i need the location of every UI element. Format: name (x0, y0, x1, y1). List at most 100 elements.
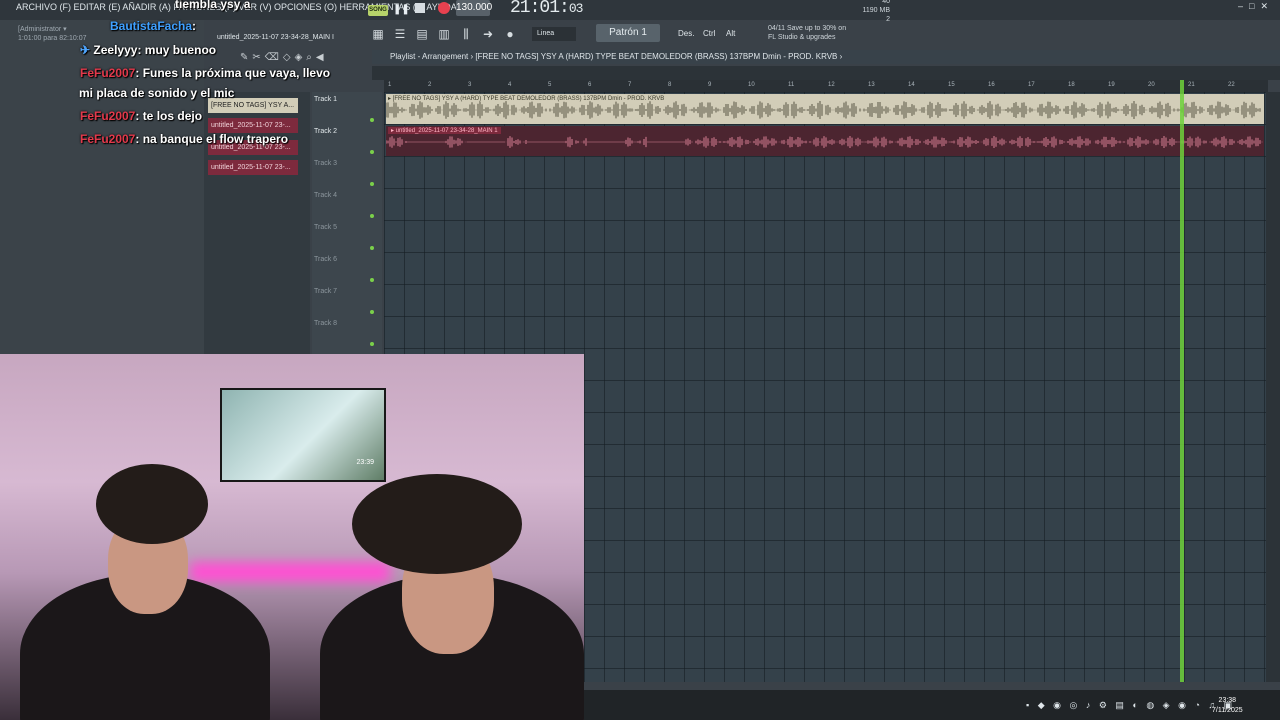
track-mute-led[interactable] (370, 246, 374, 250)
chat-message: BautistaFacha: (110, 19, 197, 33)
mixer-icon[interactable]: ⫼ (458, 26, 474, 42)
taskbar-time: 23:38 (1218, 697, 1237, 704)
taskbar-clock[interactable]: 23:38 7/11/2025 (1212, 696, 1243, 716)
bar-number: 16 (988, 82, 995, 88)
time-sub: 03 (568, 1, 584, 16)
track-header-column: Track 1 Track 2 Track 3 Track 4 Track 5 Track… (312, 92, 382, 354)
track-mute-led[interactable] (370, 214, 374, 218)
chat-message: FeFu2007: te los dejo (80, 109, 203, 123)
admin-line-1: [Administrator ▾ (18, 26, 67, 33)
bar-number: 21 (1188, 82, 1195, 88)
promo-line-2: FL Studio & upgrades (768, 34, 836, 41)
bar-number: 18 (1068, 82, 1075, 88)
pattern-select[interactable]: Patrón 1 (596, 24, 660, 42)
bar-ruler[interactable]: 1 2 3 4 5 6 7 8 9 10 11 12 13 14 15 16 17 18 19 20 21 22 (384, 80, 1268, 92)
track-name[interactable]: Track 5 (314, 224, 337, 231)
playlist-icon[interactable]: ☰ (392, 26, 408, 42)
bar-number: 19 (1108, 82, 1115, 88)
time-main: 21:01 (510, 0, 560, 18)
chat-message: FeFu2007: na banque el flow trapero (80, 132, 289, 146)
bar-number: 1 (388, 82, 392, 88)
bar-number: 15 (948, 82, 955, 88)
bar-number: 9 (708, 82, 712, 88)
snap-icon[interactable]: ▦ (370, 26, 386, 42)
record-button[interactable] (438, 2, 450, 14)
ctrl-key[interactable]: Ctrl (703, 27, 715, 41)
track-name[interactable]: Track 4 (314, 192, 337, 199)
promo-news[interactable]: 04/11 Save up to 30% on FL Studio & upgr… (768, 24, 846, 42)
bar-number: 5 (548, 82, 552, 88)
performance-meter: 40 1190 MB 2 (856, 0, 891, 24)
vertical-scrollbar[interactable] (1266, 92, 1280, 682)
alt-key[interactable]: Alt (726, 27, 735, 41)
promo-line-1: 04/11 Save up to 30% on (768, 25, 847, 32)
person-right-hair (352, 474, 522, 574)
chat-message: tiembla ysy a (175, 0, 251, 11)
minimize-button[interactable]: – (1238, 1, 1249, 11)
track-name[interactable]: Track 8 (314, 320, 337, 327)
led-light (190, 562, 390, 582)
chat-message: FeFu2007: Funes la próxima que vaya, lle… (80, 66, 331, 80)
bar-number: 7 (628, 82, 632, 88)
horizontal-scrollbar[interactable] (372, 66, 1280, 80)
tempo-field[interactable]: 130.000 (456, 0, 492, 16)
bar-number: 3 (468, 82, 472, 88)
admin-info: [Administrator ▾ 1:01:00 para 82:10:07 (18, 25, 87, 43)
waveform (386, 101, 1263, 119)
track-name[interactable]: Track 7 (314, 288, 337, 295)
clip-item[interactable]: [FREE NO TAGS] YSY A... (208, 98, 298, 113)
taskbar-date: 7/11/2025 (1212, 707, 1243, 714)
bar-number: 14 (908, 82, 915, 88)
bar-number: 20 (1148, 82, 1155, 88)
system-tray[interactable]: ▪ ◆ ◉ ◎ ♪ ⚙ ▤ ◐ ◍ ◈ ◉ ◔ ♫ ▣ (1026, 700, 1235, 711)
channel-rack-icon[interactable]: ▥ (436, 26, 452, 42)
track-name[interactable]: Track 2 (314, 128, 337, 135)
bar-number: 12 (828, 82, 835, 88)
play-button[interactable]: ❚❚ (393, 4, 410, 16)
audio-clip-track-1[interactable]: ▸ [FREE NO TAGS] YSY A (HARD) TYPE BEAT … (386, 94, 1264, 124)
window-controls: –□✕ (1238, 1, 1274, 12)
track-name[interactable]: Track 6 (314, 256, 337, 263)
track-mute-led[interactable] (370, 310, 374, 314)
admin-line-2: 1:01:00 para 82:10:07 (18, 35, 87, 42)
bar-number: 11 (788, 82, 795, 88)
bar-number: 10 (748, 82, 755, 88)
track-mute-led[interactable] (370, 278, 374, 282)
clip-item[interactable]: untitled_2025-11-07 23-... (208, 160, 298, 175)
clip-item[interactable]: untitled_2025-11-07 23-... (208, 118, 298, 133)
track-name[interactable]: Track 3 (314, 160, 337, 167)
bar-number: 8 (668, 82, 672, 88)
time-display: 21:01:03 (510, 0, 584, 18)
track-mute-led[interactable] (370, 150, 374, 154)
bar-number: 13 (868, 82, 875, 88)
tv-clock: 23:39 (356, 459, 374, 466)
piano-roll-icon[interactable]: ▤ (414, 26, 430, 42)
close-button[interactable]: ✕ (1260, 1, 1274, 11)
snap-select[interactable]: Linea (532, 27, 576, 41)
bar-number: 22 (1228, 82, 1235, 88)
arrow-right-icon[interactable]: ➜ (480, 26, 496, 42)
track-mute-led[interactable] (370, 342, 374, 346)
maximize-button[interactable]: □ (1249, 1, 1260, 11)
song-mode-toggle[interactable]: SONG (368, 5, 388, 16)
track-mute-led[interactable] (370, 118, 374, 122)
track-name[interactable]: Track 1 (314, 96, 337, 103)
project-title: untitled_2025-11-07 23-34-28_MAIN I (217, 34, 335, 41)
bar-number: 2 (428, 82, 432, 88)
bar-number: 17 (1028, 82, 1035, 88)
chat-message: ✈ Zeelyyy: muy buenoo (80, 43, 217, 57)
des-button[interactable]: Des. (678, 27, 694, 41)
audio-clip-track-2[interactable]: ▸ untitled_2025-11-07 23-34-28_MAIN 1 (386, 126, 1264, 156)
waveform (386, 136, 1263, 148)
mic-icon[interactable]: ● (502, 26, 518, 42)
stop-button[interactable] (415, 3, 425, 13)
playhead[interactable] (1180, 80, 1184, 682)
playlist-tools[interactable]: ✎✂⌫◇◈⌕◀ (240, 52, 370, 64)
playlist-header: Playlist - Arrangement › [FREE NO TAGS] … (372, 50, 1280, 64)
tv-screen: 23:39 (220, 388, 386, 482)
playlist-title: Playlist - Arrangement › [FREE NO TAGS] … (390, 52, 843, 61)
bar-number: 4 (508, 82, 512, 88)
chat-message: mi placa de sonido y el mic (79, 86, 235, 100)
person-left-hair (96, 464, 208, 544)
track-mute-led[interactable] (370, 182, 374, 186)
